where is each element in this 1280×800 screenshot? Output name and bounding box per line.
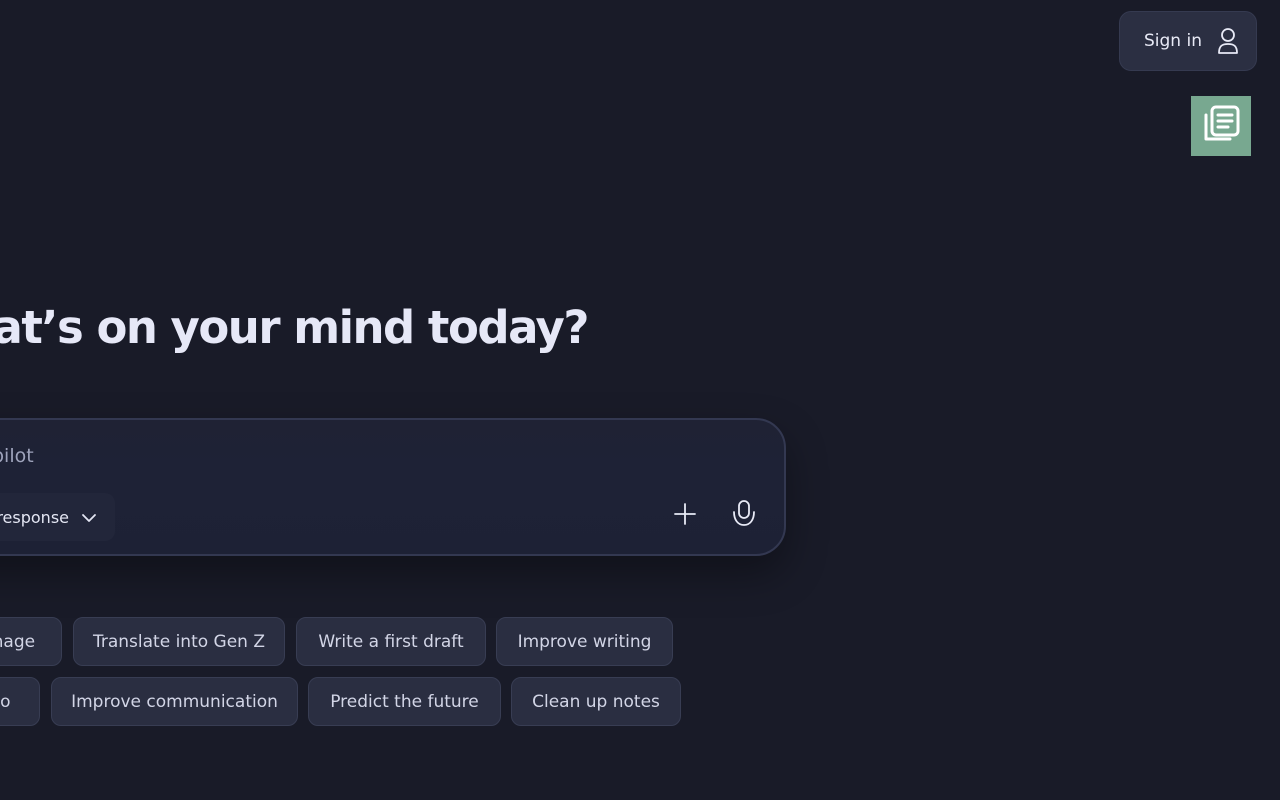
sign-in-button[interactable]: Sign in bbox=[1119, 11, 1257, 71]
suggestion-chip[interactable]: mage bbox=[0, 617, 62, 666]
news-feed-button[interactable] bbox=[1191, 96, 1251, 156]
news-icon bbox=[1200, 103, 1242, 149]
message-composer bbox=[0, 418, 786, 556]
user-icon bbox=[1215, 26, 1241, 56]
copilot-home: Sign in what’s on your mind today? respo… bbox=[0, 0, 1280, 800]
suggestion-chip[interactable]: Write a first draft bbox=[296, 617, 486, 666]
plus-icon bbox=[673, 502, 697, 530]
chevron-down-icon bbox=[81, 508, 97, 527]
suggestion-chip[interactable]: Improve communication bbox=[51, 677, 298, 726]
suggestion-chip[interactable]: Improve writing bbox=[496, 617, 673, 666]
suggestion-chip[interactable]: Translate into Gen Z bbox=[73, 617, 285, 666]
sign-in-label: Sign in bbox=[1144, 31, 1202, 51]
page-headline: what’s on your mind today? bbox=[0, 301, 590, 354]
add-attachment-button[interactable] bbox=[665, 496, 705, 536]
voice-input-button[interactable] bbox=[724, 496, 764, 536]
message-input[interactable] bbox=[0, 442, 632, 470]
suggestion-chip[interactable]: Clean up notes bbox=[511, 677, 681, 726]
suggestion-chip[interactable]: Predict the future bbox=[308, 677, 501, 726]
response-mode-dropdown[interactable]: response bbox=[0, 493, 115, 541]
suggestion-chip[interactable]: go bbox=[0, 677, 40, 726]
microphone-icon bbox=[731, 499, 757, 533]
response-mode-label: response bbox=[0, 507, 69, 527]
